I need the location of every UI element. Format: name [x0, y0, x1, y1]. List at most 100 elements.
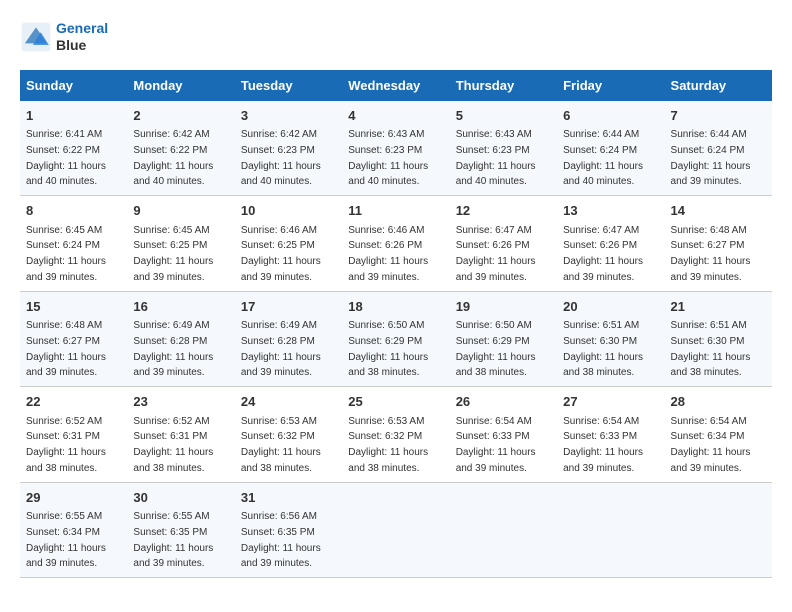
day-number: 9 — [133, 201, 228, 221]
day-cell: 13 Sunrise: 6:47 AM Sunset: 6:26 PM Dayli… — [557, 196, 664, 292]
week-row-2: 8Sunrise: 6:45 AM Sunset: 6:24 PM Daylig… — [20, 196, 772, 292]
day-info: Sunrise: 6:51 AM Sunset: 6:30 PM Dayligh… — [563, 320, 643, 378]
day-cell: 11 Sunrise: 6:46 AM Sunset: 6:26 PM Dayli… — [342, 196, 449, 292]
day-number: 23 — [133, 392, 228, 412]
col-header-monday: Monday — [127, 70, 234, 101]
day-number: 1 — [26, 106, 121, 126]
day-cell: 19 Sunrise: 6:50 AM Sunset: 6:29 PM Dayli… — [450, 291, 557, 387]
day-number: 30 — [133, 488, 228, 508]
day-info: Sunrise: 6:48 AM Sunset: 6:27 PM Dayligh… — [26, 320, 106, 378]
day-info: Sunrise: 6:53 AM Sunset: 6:32 PM Dayligh… — [241, 416, 321, 474]
day-info: Sunrise: 6:44 AM Sunset: 6:24 PM Dayligh… — [563, 129, 643, 187]
day-info: Sunrise: 6:51 AM Sunset: 6:30 PM Dayligh… — [671, 320, 751, 378]
day-info: Sunrise: 6:50 AM Sunset: 6:29 PM Dayligh… — [348, 320, 428, 378]
day-info: Sunrise: 6:44 AM Sunset: 6:24 PM Dayligh… — [671, 129, 751, 187]
day-cell: 6 Sunrise: 6:44 AM Sunset: 6:24 PM Daylig… — [557, 101, 664, 196]
day-number: 20 — [563, 297, 658, 317]
day-cell: 7 Sunrise: 6:44 AM Sunset: 6:24 PM Daylig… — [665, 101, 772, 196]
calendar-body: 1 Sunrise: 6:41 AM Sunset: 6:22 PM Daylig… — [20, 101, 772, 578]
day-cell: 9 Sunrise: 6:45 AM Sunset: 6:25 PM Daylig… — [127, 196, 234, 292]
day-number: 27 — [563, 392, 658, 412]
day-cell: 3 Sunrise: 6:42 AM Sunset: 6:23 PM Daylig… — [235, 101, 342, 196]
day-info: Sunrise: 6:42 AM Sunset: 6:22 PM Dayligh… — [133, 129, 213, 187]
day-cell — [665, 482, 772, 578]
week-row-4: 22 Sunrise: 6:52 AM Sunset: 6:31 PM Dayli… — [20, 387, 772, 483]
day-cell: 24 Sunrise: 6:53 AM Sunset: 6:32 PM Dayli… — [235, 387, 342, 483]
day-info: Sunrise: 6:49 AM Sunset: 6:28 PM Dayligh… — [241, 320, 321, 378]
day-number: 7 — [671, 106, 766, 126]
day-info: Sunrise: 6:46 AM Sunset: 6:25 PM Dayligh… — [241, 225, 321, 283]
day-info: Sunrise: 6:53 AM Sunset: 6:32 PM Dayligh… — [348, 416, 428, 474]
day-number: 13 — [563, 201, 658, 221]
day-cell: 5Sunrise: 6:43 AM Sunset: 6:23 PM Daylig… — [450, 101, 557, 196]
day-cell: 8Sunrise: 6:45 AM Sunset: 6:24 PM Daylig… — [20, 196, 127, 292]
logo-icon — [20, 21, 52, 53]
day-info: Sunrise: 6:48 AM Sunset: 6:27 PM Dayligh… — [671, 225, 751, 283]
day-cell: 21 Sunrise: 6:51 AM Sunset: 6:30 PM Dayli… — [665, 291, 772, 387]
day-number: 25 — [348, 392, 443, 412]
day-cell: 23 Sunrise: 6:52 AM Sunset: 6:31 PM Dayli… — [127, 387, 234, 483]
day-number: 11 — [348, 201, 443, 221]
page-header: General Blue — [20, 20, 772, 54]
day-cell: 22 Sunrise: 6:52 AM Sunset: 6:31 PM Dayli… — [20, 387, 127, 483]
day-info: Sunrise: 6:41 AM Sunset: 6:22 PM Dayligh… — [26, 129, 106, 187]
day-number: 29 — [26, 488, 121, 508]
day-info: Sunrise: 6:43 AM Sunset: 6:23 PM Dayligh… — [348, 129, 428, 187]
col-header-friday: Friday — [557, 70, 664, 101]
day-number: 12 — [456, 201, 551, 221]
day-cell: 18 Sunrise: 6:50 AM Sunset: 6:29 PM Dayli… — [342, 291, 449, 387]
day-info: Sunrise: 6:50 AM Sunset: 6:29 PM Dayligh… — [456, 320, 536, 378]
day-info: Sunrise: 6:46 AM Sunset: 6:26 PM Dayligh… — [348, 225, 428, 283]
day-cell: 28 Sunrise: 6:54 AM Sunset: 6:34 PM Dayli… — [665, 387, 772, 483]
day-number: 3 — [241, 106, 336, 126]
day-number: 31 — [241, 488, 336, 508]
day-number: 19 — [456, 297, 551, 317]
day-number: 24 — [241, 392, 336, 412]
day-cell: 4Sunrise: 6:43 AM Sunset: 6:23 PM Daylig… — [342, 101, 449, 196]
day-number: 26 — [456, 392, 551, 412]
day-info: Sunrise: 6:54 AM Sunset: 6:33 PM Dayligh… — [563, 416, 643, 474]
day-cell: 1 Sunrise: 6:41 AM Sunset: 6:22 PM Daylig… — [20, 101, 127, 196]
day-number: 15 — [26, 297, 121, 317]
day-cell: 25 Sunrise: 6:53 AM Sunset: 6:32 PM Dayli… — [342, 387, 449, 483]
day-info: Sunrise: 6:45 AM Sunset: 6:24 PM Dayligh… — [26, 225, 106, 283]
day-number: 28 — [671, 392, 766, 412]
day-number: 18 — [348, 297, 443, 317]
col-header-thursday: Thursday — [450, 70, 557, 101]
day-cell: 27 Sunrise: 6:54 AM Sunset: 6:33 PM Dayli… — [557, 387, 664, 483]
day-info: Sunrise: 6:55 AM Sunset: 6:35 PM Dayligh… — [133, 511, 213, 569]
week-row-1: 1 Sunrise: 6:41 AM Sunset: 6:22 PM Daylig… — [20, 101, 772, 196]
day-number: 22 — [26, 392, 121, 412]
day-info: Sunrise: 6:42 AM Sunset: 6:23 PM Dayligh… — [241, 129, 321, 187]
col-header-saturday: Saturday — [665, 70, 772, 101]
day-number: 16 — [133, 297, 228, 317]
day-cell: 10 Sunrise: 6:46 AM Sunset: 6:25 PM Dayli… — [235, 196, 342, 292]
day-cell: 2Sunrise: 6:42 AM Sunset: 6:22 PM Daylig… — [127, 101, 234, 196]
day-info: Sunrise: 6:52 AM Sunset: 6:31 PM Dayligh… — [133, 416, 213, 474]
day-info: Sunrise: 6:54 AM Sunset: 6:34 PM Dayligh… — [671, 416, 751, 474]
day-number: 5 — [456, 106, 551, 126]
day-cell: 20 Sunrise: 6:51 AM Sunset: 6:30 PM Dayli… — [557, 291, 664, 387]
day-number: 21 — [671, 297, 766, 317]
day-info: Sunrise: 6:47 AM Sunset: 6:26 PM Dayligh… — [563, 225, 643, 283]
day-info: Sunrise: 6:54 AM Sunset: 6:33 PM Dayligh… — [456, 416, 536, 474]
day-cell — [450, 482, 557, 578]
day-number: 17 — [241, 297, 336, 317]
col-header-tuesday: Tuesday — [235, 70, 342, 101]
day-info: Sunrise: 6:49 AM Sunset: 6:28 PM Dayligh… — [133, 320, 213, 378]
day-info: Sunrise: 6:52 AM Sunset: 6:31 PM Dayligh… — [26, 416, 106, 474]
day-cell: 29 Sunrise: 6:55 AM Sunset: 6:34 PM Dayli… — [20, 482, 127, 578]
day-number: 10 — [241, 201, 336, 221]
day-info: Sunrise: 6:55 AM Sunset: 6:34 PM Dayligh… — [26, 511, 106, 569]
day-cell: 30 Sunrise: 6:55 AM Sunset: 6:35 PM Dayli… — [127, 482, 234, 578]
day-number: 6 — [563, 106, 658, 126]
day-number: 14 — [671, 201, 766, 221]
day-cell: 31 Sunrise: 6:56 AM Sunset: 6:35 PM Dayli… — [235, 482, 342, 578]
day-cell — [342, 482, 449, 578]
day-info: Sunrise: 6:56 AM Sunset: 6:35 PM Dayligh… — [241, 511, 321, 569]
week-row-3: 15 Sunrise: 6:48 AM Sunset: 6:27 PM Dayli… — [20, 291, 772, 387]
day-cell: 17 Sunrise: 6:49 AM Sunset: 6:28 PM Dayli… — [235, 291, 342, 387]
day-info: Sunrise: 6:45 AM Sunset: 6:25 PM Dayligh… — [133, 225, 213, 283]
day-cell: 16 Sunrise: 6:49 AM Sunset: 6:28 PM Dayli… — [127, 291, 234, 387]
calendar-table: SundayMondayTuesdayWednesdayThursdayFrid… — [20, 70, 772, 579]
